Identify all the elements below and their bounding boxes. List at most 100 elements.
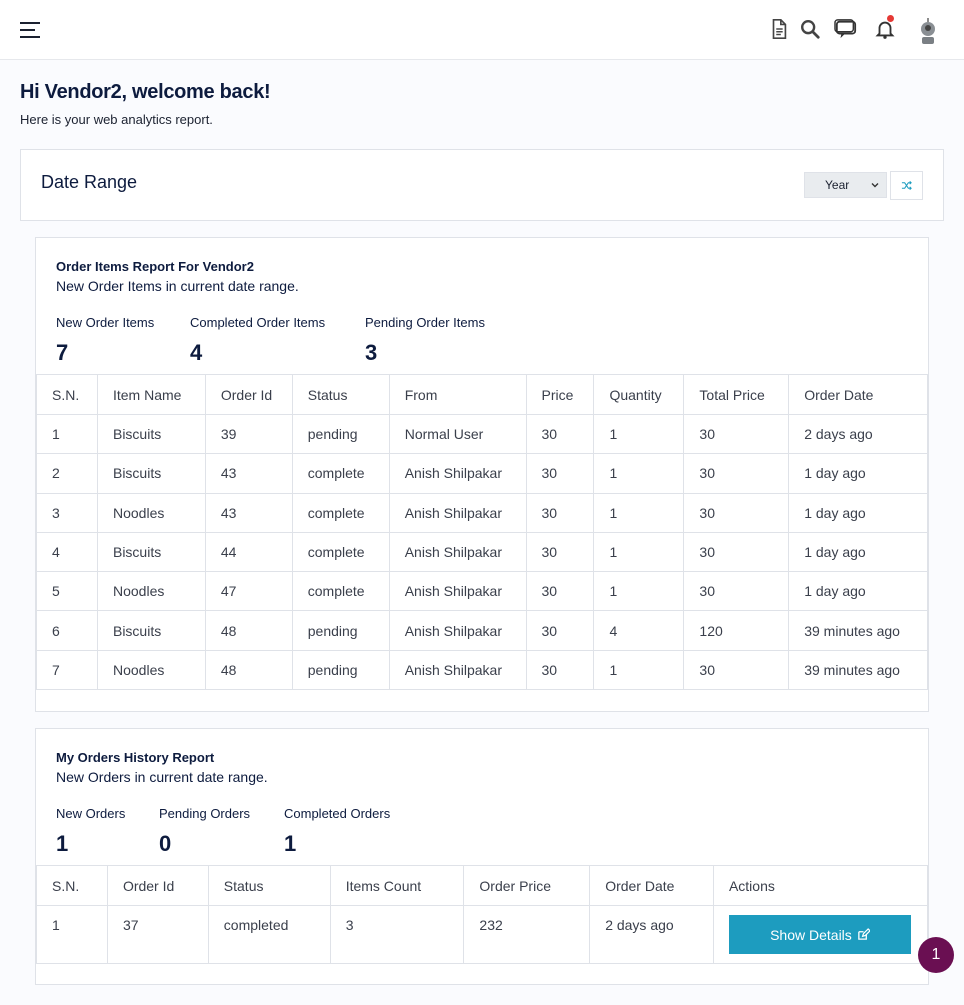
cell-price: 30 xyxy=(525,610,595,651)
stat-value-pending-orders: 0 xyxy=(159,831,172,856)
stat-label-pending-order-items: Pending Order Items xyxy=(365,315,485,330)
cell-quantity: 1 xyxy=(593,492,685,533)
cell-order-id: 48 xyxy=(204,610,293,651)
cell-actions: Show Details xyxy=(712,905,929,964)
table-header-row: S.N. Item Name Order Id Status From Pric… xyxy=(36,374,928,415)
cell-status: completed xyxy=(207,905,331,964)
cell-total-price: 30 xyxy=(683,413,790,455)
cell-price: 30 xyxy=(525,413,595,455)
column-header: Item Name xyxy=(96,374,206,415)
cell-item-name: Noodles xyxy=(96,649,206,691)
column-header: Price xyxy=(525,374,595,415)
search-icon[interactable] xyxy=(799,18,823,42)
table-row: 5 Noodles 47 complete Anish Shilpakar 30… xyxy=(36,571,928,612)
top-bar xyxy=(0,0,964,60)
cell-status: complete xyxy=(291,531,390,573)
table-header-row: S.N. Order Id Status Items Count Order P… xyxy=(36,865,929,906)
menu-icon[interactable] xyxy=(20,22,40,38)
cell-status: pending xyxy=(291,649,390,691)
cell-from: Anish Shilpakar xyxy=(388,453,527,494)
cell-order-id: 39 xyxy=(204,413,293,455)
cell-item-name: Noodles xyxy=(96,571,206,612)
shuffle-icon xyxy=(901,180,912,191)
cell-total-price: 30 xyxy=(683,492,790,533)
cell-total-price: 120 xyxy=(683,610,790,651)
cell-order-date: 2 days ago xyxy=(788,413,928,455)
stat-value-new-orders: 1 xyxy=(56,831,69,856)
stat-label-new-order-items: New Order Items xyxy=(56,315,155,330)
chevron-down-icon xyxy=(871,183,879,188)
cell-sn: 6 xyxy=(36,610,98,651)
cell-sn: 2 xyxy=(36,453,98,494)
column-header: S.N. xyxy=(36,865,108,906)
avatar[interactable] xyxy=(914,15,942,47)
cell-from: Anish Shilpakar xyxy=(388,610,527,651)
column-header: Total Price xyxy=(683,374,790,415)
show-details-label: Show Details xyxy=(770,926,852,943)
column-header: Order Date xyxy=(589,865,714,906)
cell-status: pending xyxy=(291,610,390,651)
table-row: 1 Biscuits 39 pending Normal User 30 1 3… xyxy=(36,413,928,455)
cell-quantity: 1 xyxy=(593,571,685,612)
cell-item-name: Biscuits xyxy=(96,610,206,651)
column-header: Quantity xyxy=(593,374,685,415)
orders-history-table: S.N. Order Id Status Items Count Order P… xyxy=(36,865,929,964)
cell-from: Normal User xyxy=(388,413,527,455)
cell-order-id: 44 xyxy=(204,531,293,573)
cell-price: 30 xyxy=(525,531,595,573)
orders-history-title: My Orders History Report xyxy=(56,750,215,765)
cell-order-id: 48 xyxy=(204,649,293,691)
welcome-subtitle: Here is your web analytics report. xyxy=(20,112,213,127)
stat-value-completed-order-items: 4 xyxy=(190,340,203,365)
cell-total-price: 30 xyxy=(683,649,790,691)
cell-sn: 7 xyxy=(36,649,98,691)
welcome-title: Hi Vendor2, welcome back! xyxy=(20,81,271,103)
cell-order-id: 43 xyxy=(204,453,293,494)
cell-sn: 3 xyxy=(36,492,98,533)
cell-item-name: Biscuits xyxy=(96,453,206,494)
stat-label-completed-orders: Completed Orders xyxy=(284,806,391,821)
cell-order-date: 39 minutes ago xyxy=(788,610,928,651)
date-range-select[interactable]: Year xyxy=(804,172,887,198)
chat-icon[interactable] xyxy=(833,18,861,42)
column-header: From xyxy=(388,374,527,415)
document-icon[interactable] xyxy=(768,18,792,42)
edit-icon xyxy=(858,928,870,940)
cell-quantity: 1 xyxy=(593,413,685,455)
table-row: 1 37 completed 3 232 2 days ago Show Det… xyxy=(36,905,929,964)
cell-items-count: 3 xyxy=(329,905,465,964)
column-header: Status xyxy=(207,865,331,906)
table-row: 2 Biscuits 43 complete Anish Shilpakar 3… xyxy=(36,453,928,494)
floating-count-button[interactable]: 1 xyxy=(918,937,954,973)
date-range-title: Date Range xyxy=(41,172,138,192)
cell-order-id: 37 xyxy=(106,905,209,964)
column-header: Order Id xyxy=(204,374,293,415)
cell-price: 30 xyxy=(525,649,595,691)
cell-quantity: 4 xyxy=(593,610,685,651)
cell-order-date: 2 days ago xyxy=(589,905,714,964)
cell-from: Anish Shilpakar xyxy=(388,531,527,573)
stat-label-pending-orders: Pending Orders xyxy=(159,806,251,821)
stat-label-completed-order-items: Completed Order Items xyxy=(190,315,326,330)
cell-quantity: 1 xyxy=(593,531,685,573)
column-header: S.N. xyxy=(36,374,98,415)
shuffle-button[interactable] xyxy=(890,171,923,200)
cell-quantity: 1 xyxy=(593,649,685,691)
cell-item-name: Noodles xyxy=(96,492,206,533)
cell-order-date: 39 minutes ago xyxy=(788,649,928,691)
table-row: 6 Biscuits 48 pending Anish Shilpakar 30… xyxy=(36,610,928,651)
show-details-button[interactable]: Show Details xyxy=(728,915,911,954)
cell-total-price: 30 xyxy=(683,571,790,612)
bell-icon[interactable] xyxy=(874,18,898,42)
cell-order-date: 1 day ago xyxy=(788,453,928,494)
orders-history-card: My Orders History Report New Orders in c… xyxy=(35,728,929,985)
cell-total-price: 30 xyxy=(683,531,790,573)
order-items-card: Order Items Report For Vendor2 New Order… xyxy=(35,237,929,712)
cell-status: complete xyxy=(291,492,390,533)
cell-order-id: 47 xyxy=(204,571,293,612)
cell-status: complete xyxy=(291,453,390,494)
cell-sn: 1 xyxy=(36,905,108,964)
column-header: Actions xyxy=(712,865,929,906)
stat-label-new-orders: New Orders xyxy=(56,806,126,821)
stat-value-pending-order-items: 3 xyxy=(365,340,378,365)
